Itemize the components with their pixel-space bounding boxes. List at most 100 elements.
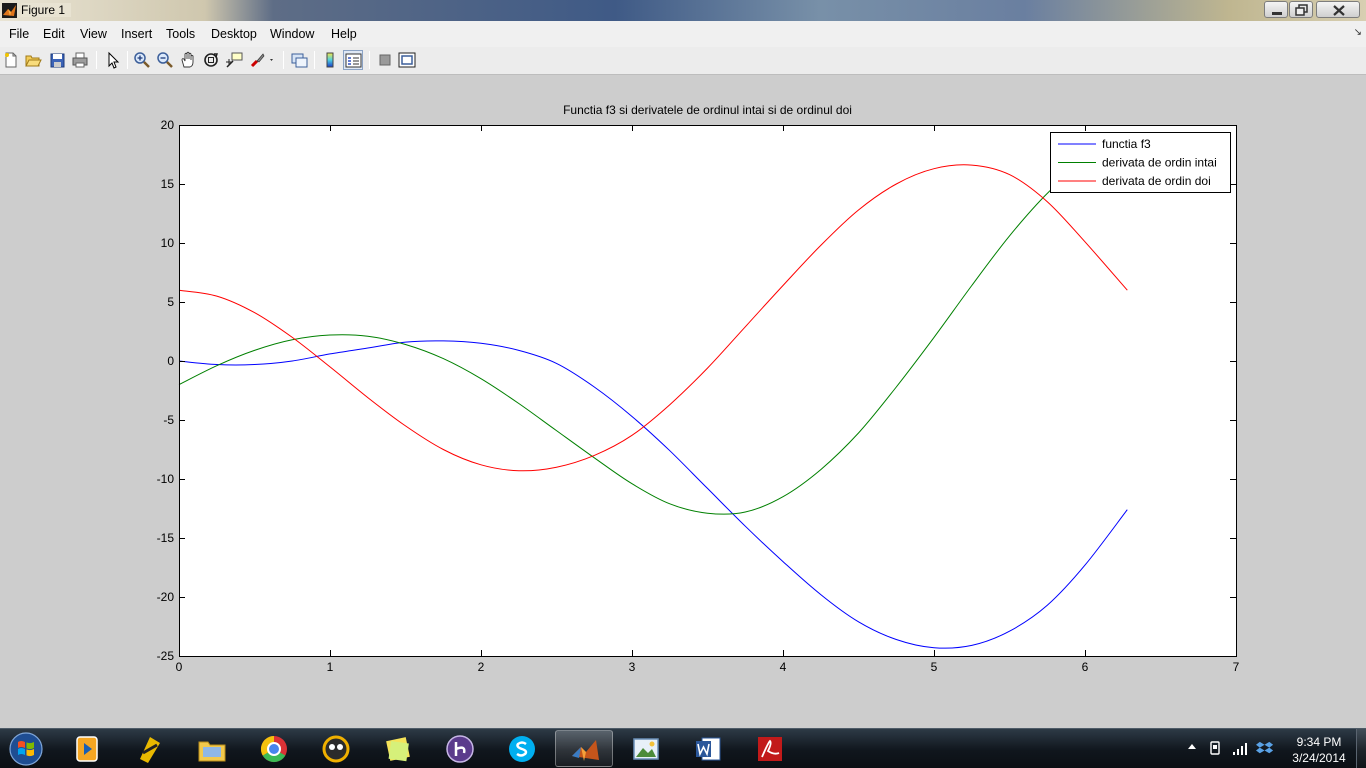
figure-toolbar bbox=[0, 47, 1366, 75]
new-figure-button[interactable] bbox=[1, 50, 21, 70]
print-button[interactable] bbox=[70, 50, 90, 70]
line-chart[interactable]: Functia f3 si derivatele de ordinul inta… bbox=[0, 76, 1366, 728]
brush-icon bbox=[250, 53, 273, 68]
show-plot-tools-button[interactable] bbox=[397, 50, 417, 70]
brush-button[interactable] bbox=[248, 50, 276, 70]
matlab-figure-icon bbox=[2, 3, 17, 18]
taskbar-bittorrent-button[interactable] bbox=[431, 730, 489, 767]
taskbar-acrobat-button[interactable] bbox=[741, 730, 799, 767]
menu-window[interactable]: Window bbox=[270, 27, 314, 41]
save-icon bbox=[50, 53, 65, 68]
taskbar-skype-button[interactable] bbox=[493, 730, 551, 767]
device-icon[interactable] bbox=[1208, 740, 1222, 756]
file-explorer-icon bbox=[198, 741, 226, 762]
x-tick-label: 0 bbox=[176, 660, 183, 674]
y-tick-label: 0 bbox=[167, 354, 174, 368]
menu-view[interactable]: View bbox=[80, 27, 107, 41]
menu-help[interactable]: Help bbox=[331, 27, 357, 41]
x-tick-label: 5 bbox=[931, 660, 938, 674]
legend-label-2: derivata de ordin doi bbox=[1102, 174, 1211, 188]
word-icon bbox=[696, 737, 721, 761]
zoom-in-icon bbox=[134, 52, 150, 68]
y-tick-label: 20 bbox=[161, 118, 175, 132]
taskbar: 9:34 PM 3/24/2014 bbox=[0, 728, 1366, 768]
show-desktop-button[interactable] bbox=[1356, 729, 1366, 768]
data-cursor-icon bbox=[226, 52, 243, 68]
taskbar-file-explorer-button[interactable] bbox=[183, 730, 241, 767]
x-tick-label: 1 bbox=[327, 660, 334, 674]
toolbar-separator bbox=[96, 51, 97, 69]
legend-label-0: functia f3 bbox=[1102, 137, 1151, 151]
acrobat-icon bbox=[758, 737, 782, 761]
rotate-3d-button[interactable] bbox=[201, 50, 221, 70]
rotate-3d-icon bbox=[204, 53, 218, 67]
dropbox-icon[interactable] bbox=[1256, 740, 1274, 756]
pan-hand-icon bbox=[181, 51, 194, 68]
skype-icon bbox=[509, 736, 535, 762]
close-button[interactable] bbox=[1316, 1, 1360, 18]
taskbar-matlab-button[interactable] bbox=[555, 730, 613, 767]
axes-background[interactable] bbox=[179, 125, 1236, 656]
restore-icon bbox=[1295, 4, 1308, 16]
y-tick-label: -10 bbox=[157, 472, 175, 486]
zoom-out-button[interactable] bbox=[155, 50, 175, 70]
menubar: File Edit View Insert Tools Desktop Wind… bbox=[0, 21, 1366, 47]
edit-plot-button[interactable] bbox=[102, 50, 122, 70]
taskbar-winamp-button[interactable] bbox=[121, 730, 179, 767]
menu-desktop[interactable]: Desktop bbox=[211, 27, 257, 41]
toolbar-separator bbox=[127, 51, 128, 69]
y-tick-label: -15 bbox=[157, 531, 175, 545]
clock-time: 9:34 PM bbox=[1296, 735, 1342, 749]
system-clock[interactable]: 9:34 PM 3/24/2014 bbox=[1284, 734, 1354, 766]
x-tick-label: 7 bbox=[1233, 660, 1240, 674]
close-icon bbox=[1333, 5, 1345, 16]
clock-date: 3/24/2014 bbox=[1292, 751, 1346, 765]
y-tick-label: -5 bbox=[163, 413, 174, 427]
y-tick-label: 10 bbox=[161, 236, 175, 250]
pan-button[interactable] bbox=[178, 50, 198, 70]
gom-player-icon bbox=[322, 735, 350, 763]
data-cursor-button[interactable] bbox=[224, 50, 244, 70]
taskbar-photo-viewer-button[interactable] bbox=[617, 730, 675, 767]
taskbar-gom-player-button[interactable] bbox=[307, 730, 365, 767]
link-plot-icon bbox=[291, 53, 308, 68]
hide-plot-tools-icon bbox=[379, 54, 391, 66]
taskbar-media-player-button[interactable] bbox=[58, 730, 116, 767]
open-file-button[interactable] bbox=[23, 50, 43, 70]
start-button[interactable] bbox=[6, 731, 46, 767]
x-tick-label: 6 bbox=[1082, 660, 1089, 674]
restore-button[interactable] bbox=[1289, 1, 1313, 18]
link-plot-button[interactable] bbox=[289, 50, 309, 70]
window-titlebar[interactable]: Figure 1 bbox=[0, 0, 1366, 21]
chrome-icon bbox=[260, 735, 287, 763]
insert-legend-icon bbox=[345, 53, 362, 68]
new-figure-icon bbox=[5, 52, 17, 68]
x-tick-label: 4 bbox=[780, 660, 787, 674]
show-plot-tools-icon bbox=[398, 52, 416, 68]
taskbar-word-button[interactable] bbox=[679, 730, 737, 767]
x-tick-label: 3 bbox=[629, 660, 636, 674]
menu-edit[interactable]: Edit bbox=[43, 27, 65, 41]
network-signal-icon[interactable] bbox=[1232, 742, 1248, 756]
window-title: Figure 1 bbox=[21, 3, 72, 17]
taskbar-sticky-notes-button[interactable] bbox=[369, 730, 427, 767]
insert-legend-button[interactable] bbox=[343, 50, 363, 70]
save-button[interactable] bbox=[47, 50, 67, 70]
insert-colorbar-button[interactable] bbox=[320, 50, 340, 70]
y-tick-label: -25 bbox=[157, 649, 175, 663]
hide-plot-tools-button[interactable] bbox=[375, 50, 395, 70]
zoom-out-icon bbox=[157, 52, 173, 68]
minimize-button[interactable] bbox=[1264, 1, 1288, 18]
taskbar-chrome-button[interactable] bbox=[245, 730, 303, 767]
sticky-notes-icon bbox=[386, 737, 410, 762]
undock-icon[interactable]: ↘ bbox=[1354, 27, 1362, 38]
show-hidden-icons-icon[interactable] bbox=[1187, 741, 1197, 751]
menu-file[interactable]: File bbox=[9, 27, 29, 41]
insert-colorbar-icon bbox=[326, 52, 334, 68]
legend[interactable]: functia f3 derivata de ordin intai derivat… bbox=[1050, 132, 1231, 193]
figure-canvas: Functia f3 si derivatele de ordinul inta… bbox=[0, 76, 1366, 728]
menu-tools[interactable]: Tools bbox=[166, 27, 195, 41]
zoom-in-button[interactable] bbox=[132, 50, 152, 70]
menu-insert[interactable]: Insert bbox=[121, 27, 152, 41]
matlab-icon bbox=[572, 740, 599, 761]
